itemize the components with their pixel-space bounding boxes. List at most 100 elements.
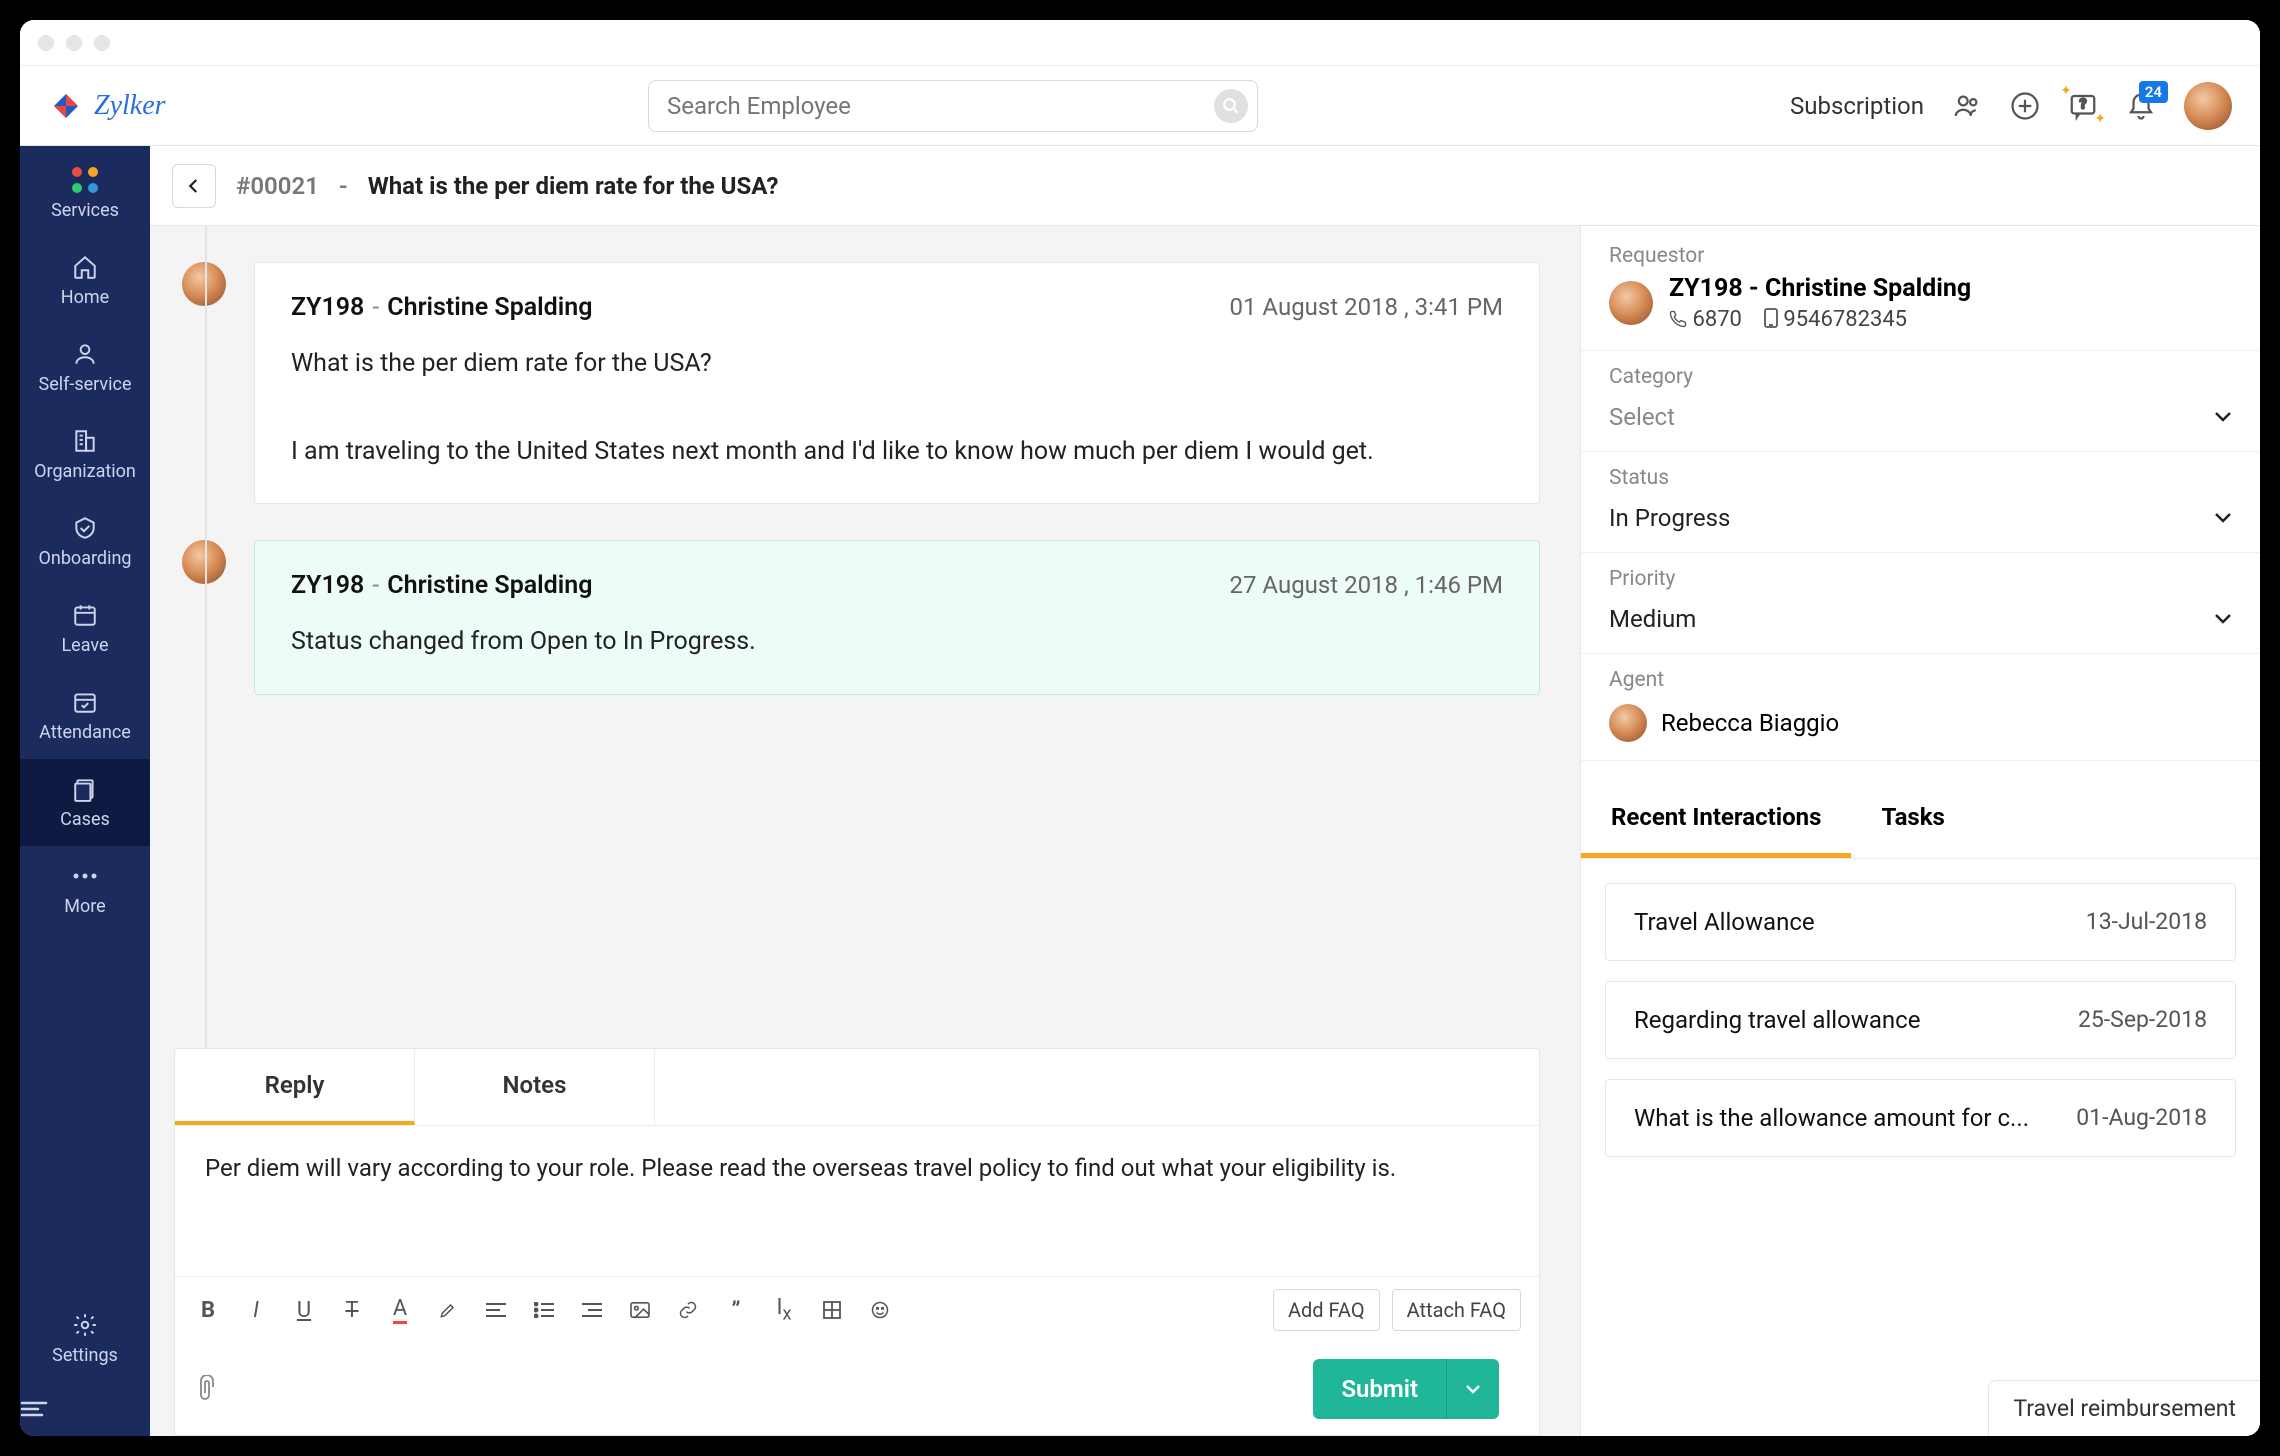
sidebar-label: Attendance bbox=[39, 722, 131, 743]
interactions-list: Travel Allowance 13-Jul-2018 Regarding t… bbox=[1581, 859, 2260, 1181]
details-panel: Requestor ZY198 - Christine Spalding 687… bbox=[1580, 226, 2260, 1436]
brand[interactable]: Zylker bbox=[48, 88, 368, 124]
highlight-icon[interactable] bbox=[433, 1295, 463, 1325]
gear-icon bbox=[71, 1311, 99, 1339]
notifications-icon[interactable]: 24 bbox=[2126, 91, 2156, 121]
quote-icon[interactable]: ” bbox=[721, 1295, 751, 1325]
tab-reply[interactable]: Reply bbox=[175, 1049, 415, 1125]
search-icon[interactable] bbox=[1214, 89, 1248, 123]
separator: - bbox=[339, 172, 348, 200]
notification-badge: 24 bbox=[2139, 81, 2168, 103]
underline-icon[interactable]: U bbox=[289, 1295, 319, 1325]
sidebar-label: Services bbox=[51, 200, 119, 221]
chevron-down-icon bbox=[2214, 411, 2232, 423]
agent-row[interactable]: Rebecca Biaggio bbox=[1609, 700, 2232, 746]
bold-icon[interactable]: B bbox=[193, 1295, 223, 1325]
window-titlebar bbox=[20, 20, 2260, 66]
sidebar-item-onboarding[interactable]: Onboarding bbox=[20, 498, 150, 585]
traffic-minimize[interactable] bbox=[66, 35, 82, 51]
sidebar-item-settings[interactable]: Settings bbox=[20, 1295, 150, 1382]
cases-icon bbox=[71, 775, 99, 803]
services-icon bbox=[71, 166, 99, 194]
search-input[interactable] bbox=[648, 80, 1258, 132]
sidebar-item-organization[interactable]: Organization bbox=[20, 411, 150, 498]
interaction-item[interactable]: What is the allowance amount for c... 01… bbox=[1605, 1079, 2236, 1157]
search-box bbox=[648, 80, 1258, 132]
sidebar-item-leave[interactable]: Leave bbox=[20, 585, 150, 672]
calendar-icon bbox=[71, 601, 99, 629]
font-color-icon[interactable]: A bbox=[385, 1295, 415, 1325]
message-date: 01 August 2018 , 3:41 PM bbox=[1230, 293, 1504, 322]
sidebar-label: Settings bbox=[52, 1345, 118, 1366]
field-label: Category bbox=[1609, 365, 2232, 389]
requestor-block: Requestor ZY198 - Christine Spalding 687… bbox=[1581, 226, 2260, 351]
case-header: #00021 - What is the per diem rate for t… bbox=[150, 146, 2260, 226]
list-icon[interactable] bbox=[529, 1295, 559, 1325]
align-icon[interactable] bbox=[481, 1295, 511, 1325]
browser-frame: Zylker Subscription ? 24 bbox=[20, 20, 2260, 1436]
sidebar-item-self-service[interactable]: Self-service bbox=[20, 324, 150, 411]
reply-box: Reply Notes Per diem will vary according… bbox=[174, 1048, 1540, 1436]
strike-icon[interactable]: T bbox=[337, 1295, 367, 1325]
add-icon[interactable] bbox=[2010, 91, 2040, 121]
sidebar-item-cases[interactable]: Cases bbox=[20, 759, 150, 846]
message-body: Status changed from Open to In Progress. bbox=[291, 620, 1503, 664]
current-user-avatar[interactable] bbox=[2184, 82, 2232, 130]
status-select[interactable]: In Progress bbox=[1609, 498, 2232, 538]
italic-icon[interactable]: I bbox=[241, 1295, 271, 1325]
message-row: ZY198-Christine Spalding 27 August 2018 … bbox=[182, 540, 1580, 695]
message-from: ZY198-Christine Spalding bbox=[291, 293, 592, 322]
attachment-icon[interactable] bbox=[195, 1375, 219, 1403]
attach-faq-button[interactable]: Attach FAQ bbox=[1392, 1289, 1521, 1331]
people-icon[interactable] bbox=[1952, 91, 1982, 121]
sidebar-item-attendance[interactable]: Attendance bbox=[20, 672, 150, 759]
field-label: Requestor bbox=[1609, 244, 2232, 268]
editor-toolbar: B I U T A ” Ix bbox=[175, 1276, 1539, 1343]
traffic-zoom[interactable] bbox=[94, 35, 110, 51]
agent-name: Rebecca Biaggio bbox=[1661, 709, 1839, 737]
floating-chip[interactable]: Travel reimbursement bbox=[1988, 1380, 2260, 1436]
sidebar-item-services[interactable]: Services bbox=[20, 150, 150, 237]
agent-avatar bbox=[1609, 704, 1647, 742]
message-date: 27 August 2018 , 1:46 PM bbox=[1230, 571, 1504, 600]
sidebar-collapse[interactable] bbox=[20, 1382, 150, 1436]
field-label: Priority bbox=[1609, 567, 2232, 591]
sidebar-label: Organization bbox=[34, 461, 136, 482]
sidebar-label: Cases bbox=[60, 809, 110, 830]
case-id: #00021 bbox=[236, 172, 319, 200]
tab-recent-interactions[interactable]: Recent Interactions bbox=[1581, 781, 1851, 858]
tab-notes[interactable]: Notes bbox=[415, 1049, 655, 1125]
sidebar-item-home[interactable]: Home bbox=[20, 237, 150, 324]
sidebar-item-more[interactable]: More bbox=[20, 846, 150, 933]
field-label: Agent bbox=[1609, 668, 2232, 692]
interaction-item[interactable]: Regarding travel allowance 25-Sep-2018 bbox=[1605, 981, 2236, 1059]
submit-dropdown[interactable] bbox=[1447, 1359, 1499, 1419]
priority-select[interactable]: Medium bbox=[1609, 599, 2232, 639]
subscription-link[interactable]: Subscription bbox=[1790, 92, 1924, 120]
submit-button[interactable]: Submit bbox=[1313, 1359, 1447, 1419]
interaction-item[interactable]: Travel Allowance 13-Jul-2018 bbox=[1605, 883, 2236, 961]
add-faq-button[interactable]: Add FAQ bbox=[1273, 1289, 1380, 1331]
chevron-down-icon bbox=[2214, 613, 2232, 625]
reply-editor[interactable]: Per diem will vary according to your rol… bbox=[175, 1126, 1539, 1276]
svg-text:?: ? bbox=[2080, 96, 2087, 112]
image-icon[interactable] bbox=[625, 1295, 655, 1325]
sidebar-label: Onboarding bbox=[39, 548, 132, 569]
status-field: Status In Progress bbox=[1581, 452, 2260, 553]
requestor-avatar bbox=[1609, 281, 1653, 325]
topbar: Zylker Subscription ? 24 bbox=[20, 66, 2260, 146]
help-chat-icon[interactable]: ? bbox=[2068, 91, 2098, 121]
link-icon[interactable] bbox=[673, 1295, 703, 1325]
priority-field: Priority Medium bbox=[1581, 553, 2260, 654]
clear-format-icon[interactable]: Ix bbox=[769, 1295, 799, 1325]
category-select[interactable]: Select bbox=[1609, 397, 2232, 437]
table-icon[interactable] bbox=[817, 1295, 847, 1325]
home-icon bbox=[71, 253, 99, 281]
traffic-close[interactable] bbox=[38, 35, 54, 51]
message-row: ZY198-Christine Spalding 01 August 2018 … bbox=[182, 262, 1580, 504]
emoji-icon[interactable] bbox=[865, 1295, 895, 1325]
back-button[interactable] bbox=[172, 164, 216, 208]
indent-icon[interactable] bbox=[577, 1295, 607, 1325]
right-tabs: Recent Interactions Tasks bbox=[1581, 781, 2260, 859]
tab-tasks[interactable]: Tasks bbox=[1851, 781, 1974, 858]
